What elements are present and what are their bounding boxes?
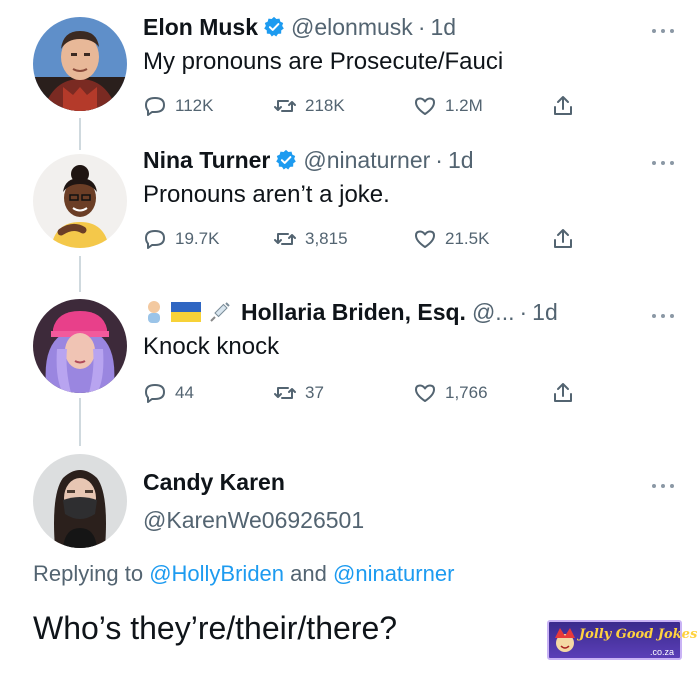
tweet-hollaria-briden[interactable]: Hollaria Briden, Esq. @... · 1d Knock kn… [0, 280, 700, 430]
baby-icon [148, 301, 160, 323]
tweet-thread: Elon Musk @elonmusk · 1d My pronouns are… [0, 0, 700, 677]
retweet-icon [274, 387, 296, 399]
share-button[interactable] [551, 227, 575, 251]
reply-count: 112K [175, 96, 214, 115]
separator: · [417, 14, 426, 40]
like-button[interactable]: 1.2M [413, 94, 483, 118]
replying-and-label: and [290, 561, 327, 586]
avatar[interactable] [33, 299, 127, 393]
handle[interactable]: @... [472, 297, 515, 327]
mention-link[interactable]: @ninaturner [333, 561, 454, 586]
tweet-header: Elon Musk @elonmusk · 1d [143, 12, 680, 42]
reply-count: 44 [175, 383, 194, 402]
retweet-icon [274, 100, 296, 112]
display-name[interactable]: Nina Turner [143, 145, 270, 175]
replying-to: Replying to @HollyBriden and @ninaturner [33, 561, 454, 587]
share-icon [554, 96, 572, 115]
like-button[interactable]: 1,766 [413, 381, 488, 405]
more-options-icon[interactable] [652, 481, 674, 491]
like-button[interactable]: 21.5K [413, 227, 489, 251]
mention-link[interactable]: @HollyBriden [149, 561, 284, 586]
watermark-brand: Jolly Good Jokes [579, 627, 698, 642]
like-count: 1,766 [445, 383, 488, 402]
retweet-button[interactable]: 37 [273, 381, 324, 405]
like-count: 1.2M [445, 96, 483, 115]
more-options-icon[interactable] [652, 311, 674, 321]
share-button[interactable] [551, 381, 575, 405]
reply-icon [145, 230, 165, 249]
display-name[interactable]: Candy Karen [143, 467, 285, 497]
share-icon [554, 383, 572, 402]
separator: · [519, 299, 528, 325]
retweet-button[interactable]: 3,815 [273, 227, 348, 251]
tweet-text: My pronouns are Prosecute/Fauci [143, 48, 504, 75]
timestamp[interactable]: 1d [532, 297, 558, 327]
watermark-domain: .co.za [649, 647, 674, 657]
timestamp[interactable]: 1d [430, 12, 456, 42]
reply-button[interactable]: 112K [143, 94, 213, 118]
avatar[interactable] [33, 17, 127, 111]
reply-icon [145, 384, 165, 403]
display-name[interactable]: Hollaria Briden, Esq. [241, 297, 466, 327]
retweet-count: 218K [305, 96, 345, 115]
timestamp[interactable]: 1d [448, 145, 474, 175]
tweet-header: Candy Karen [143, 467, 680, 497]
retweet-button[interactable]: 218K [273, 94, 345, 118]
tweet-actions: 19.7K 3,815 21.5K [143, 227, 593, 257]
tweet-text: Knock knock [143, 333, 280, 360]
name-emojis [143, 299, 233, 325]
handle[interactable]: @KarenWe06926501 [143, 505, 364, 535]
heart-icon [415, 384, 435, 402]
tweet-header: Hollaria Briden, Esq. @... · 1d [143, 297, 680, 327]
separator: · [435, 147, 443, 173]
tweet-nina-turner[interactable]: Nina Turner @ninaturner · 1d Pronouns ar… [0, 140, 700, 280]
heart-icon [415, 230, 435, 248]
retweet-count: 3,815 [305, 229, 348, 248]
replying-to-label: Replying to [33, 561, 144, 586]
more-options-icon[interactable] [652, 26, 674, 36]
ukraine-flag-icon [171, 302, 201, 322]
like-count: 21.5K [445, 229, 490, 248]
reply-button[interactable]: 44 [143, 381, 194, 405]
syringe-icon [210, 302, 230, 322]
watermark-logo: Jolly Good Jokes .co.za [547, 620, 697, 660]
tweet-text: Who’s they’re/their/there? [33, 610, 398, 646]
handle[interactable]: @ninaturner [303, 145, 430, 175]
tweet-header: Nina Turner @ninaturner · 1d [143, 145, 680, 175]
retweet-icon [274, 233, 296, 245]
verified-badge-icon [276, 149, 297, 170]
avatar[interactable] [33, 454, 127, 548]
tweet-text: Pronouns aren’t a joke. [143, 181, 390, 208]
reply-button[interactable]: 19.7K [143, 227, 219, 251]
reply-count: 19.7K [175, 229, 220, 248]
handle[interactable]: @elonmusk [291, 12, 413, 42]
heart-icon [415, 97, 435, 115]
reply-icon [145, 97, 165, 116]
jester-icon [555, 628, 575, 652]
tweet-subheader: @KarenWe06926501 [143, 505, 680, 535]
tweet-elon-musk[interactable]: Elon Musk @elonmusk · 1d My pronouns are… [0, 0, 700, 140]
tweet-actions: 112K 218K 1.2M [143, 94, 593, 124]
more-options-icon[interactable] [652, 158, 674, 168]
retweet-count: 37 [305, 383, 324, 402]
display-name[interactable]: Elon Musk [143, 12, 258, 42]
share-button[interactable] [551, 94, 575, 118]
share-icon [554, 229, 572, 248]
tweet-actions: 44 37 1,766 [143, 381, 593, 411]
verified-badge-icon [264, 16, 284, 37]
avatar[interactable] [33, 154, 127, 248]
